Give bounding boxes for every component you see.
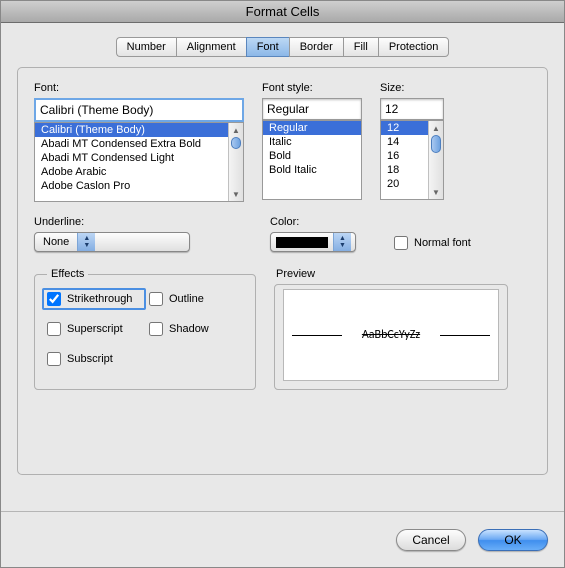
effects-legend: Effects: [47, 268, 88, 280]
preview-area: AaBbCcYyZz: [283, 289, 499, 381]
tab-font[interactable]: Font: [246, 37, 289, 57]
size-listbox[interactable]: 12 14 16 18 20 ▲ ▼: [380, 120, 444, 200]
baseline-rule: [292, 335, 342, 336]
list-item[interactable]: Calibri (Theme Body): [35, 123, 243, 137]
chevron-down-icon[interactable]: ▼: [429, 185, 443, 199]
format-cells-dialog: Format Cells Number Alignment Font Borde…: [0, 0, 565, 568]
color-swatch: [276, 237, 328, 248]
tab-alignment[interactable]: Alignment: [176, 37, 246, 57]
font-label: Font:: [34, 82, 244, 94]
dialog-footer: Cancel OK: [1, 511, 564, 567]
cancel-button[interactable]: Cancel: [396, 529, 466, 551]
size-input[interactable]: [380, 98, 444, 120]
chevron-down-icon[interactable]: ▼: [229, 187, 243, 201]
outline-checkbox[interactable]: Outline: [149, 292, 243, 306]
tab-border[interactable]: Border: [289, 37, 343, 57]
font-panel: Font: Calibri (Theme Body) Abadi MT Cond…: [17, 67, 548, 475]
ok-button[interactable]: OK: [478, 529, 548, 551]
list-item[interactable]: Abadi MT Condensed Extra Bold: [35, 137, 243, 151]
chevron-up-icon[interactable]: ▲: [429, 121, 443, 135]
list-item[interactable]: Bold Italic: [263, 163, 361, 177]
shadow-checkbox[interactable]: Shadow: [149, 322, 243, 336]
updown-icon: ▲▼: [333, 233, 351, 251]
dialog-content: Number Alignment Font Border Fill Protec…: [1, 23, 564, 511]
preview-label: Preview: [276, 268, 508, 280]
superscript-checkbox[interactable]: Superscript: [47, 322, 141, 336]
font-listbox[interactable]: Calibri (Theme Body) Abadi MT Condensed …: [34, 122, 244, 202]
dialog-title: Format Cells: [1, 1, 564, 23]
effects-group: Effects Strikethrough Outline Supersc: [34, 268, 256, 390]
underline-label: Underline:: [34, 216, 194, 228]
color-label: Color:: [270, 216, 380, 228]
list-item[interactable]: Adobe Caslon Pro: [35, 179, 243, 193]
font-input[interactable]: [34, 98, 244, 122]
color-combo[interactable]: ▲▼: [270, 232, 356, 252]
scrollbar[interactable]: ▲ ▼: [228, 123, 243, 201]
underline-combo[interactable]: None ▲▼: [34, 232, 190, 252]
chevron-up-icon[interactable]: ▲: [229, 123, 243, 137]
baseline-rule: [440, 335, 490, 336]
subscript-checkbox[interactable]: Subscript: [47, 352, 141, 366]
size-label: Size:: [380, 82, 444, 94]
preview-box: AaBbCcYyZz: [274, 284, 508, 390]
list-item[interactable]: Regular: [263, 121, 361, 135]
scrollbar[interactable]: ▲ ▼: [428, 121, 443, 199]
tab-number[interactable]: Number: [116, 37, 176, 57]
list-item[interactable]: Adobe Arabic: [35, 165, 243, 179]
list-item[interactable]: Italic: [263, 135, 361, 149]
list-item[interactable]: Bold: [263, 149, 361, 163]
updown-icon: ▲▼: [77, 233, 95, 251]
font-style-listbox[interactable]: Regular Italic Bold Bold Italic: [262, 120, 362, 200]
tab-bar: Number Alignment Font Border Fill Protec…: [17, 37, 548, 57]
font-style-label: Font style:: [262, 82, 362, 94]
strikethrough-checkbox[interactable]: Strikethrough: [42, 288, 146, 310]
tab-protection[interactable]: Protection: [378, 37, 450, 57]
font-style-input[interactable]: [262, 98, 362, 120]
tab-fill[interactable]: Fill: [343, 37, 378, 57]
list-item[interactable]: Abadi MT Condensed Light: [35, 151, 243, 165]
normal-font-checkbox[interactable]: Normal font: [394, 236, 471, 250]
preview-text: AaBbCcYyZz: [362, 328, 420, 342]
